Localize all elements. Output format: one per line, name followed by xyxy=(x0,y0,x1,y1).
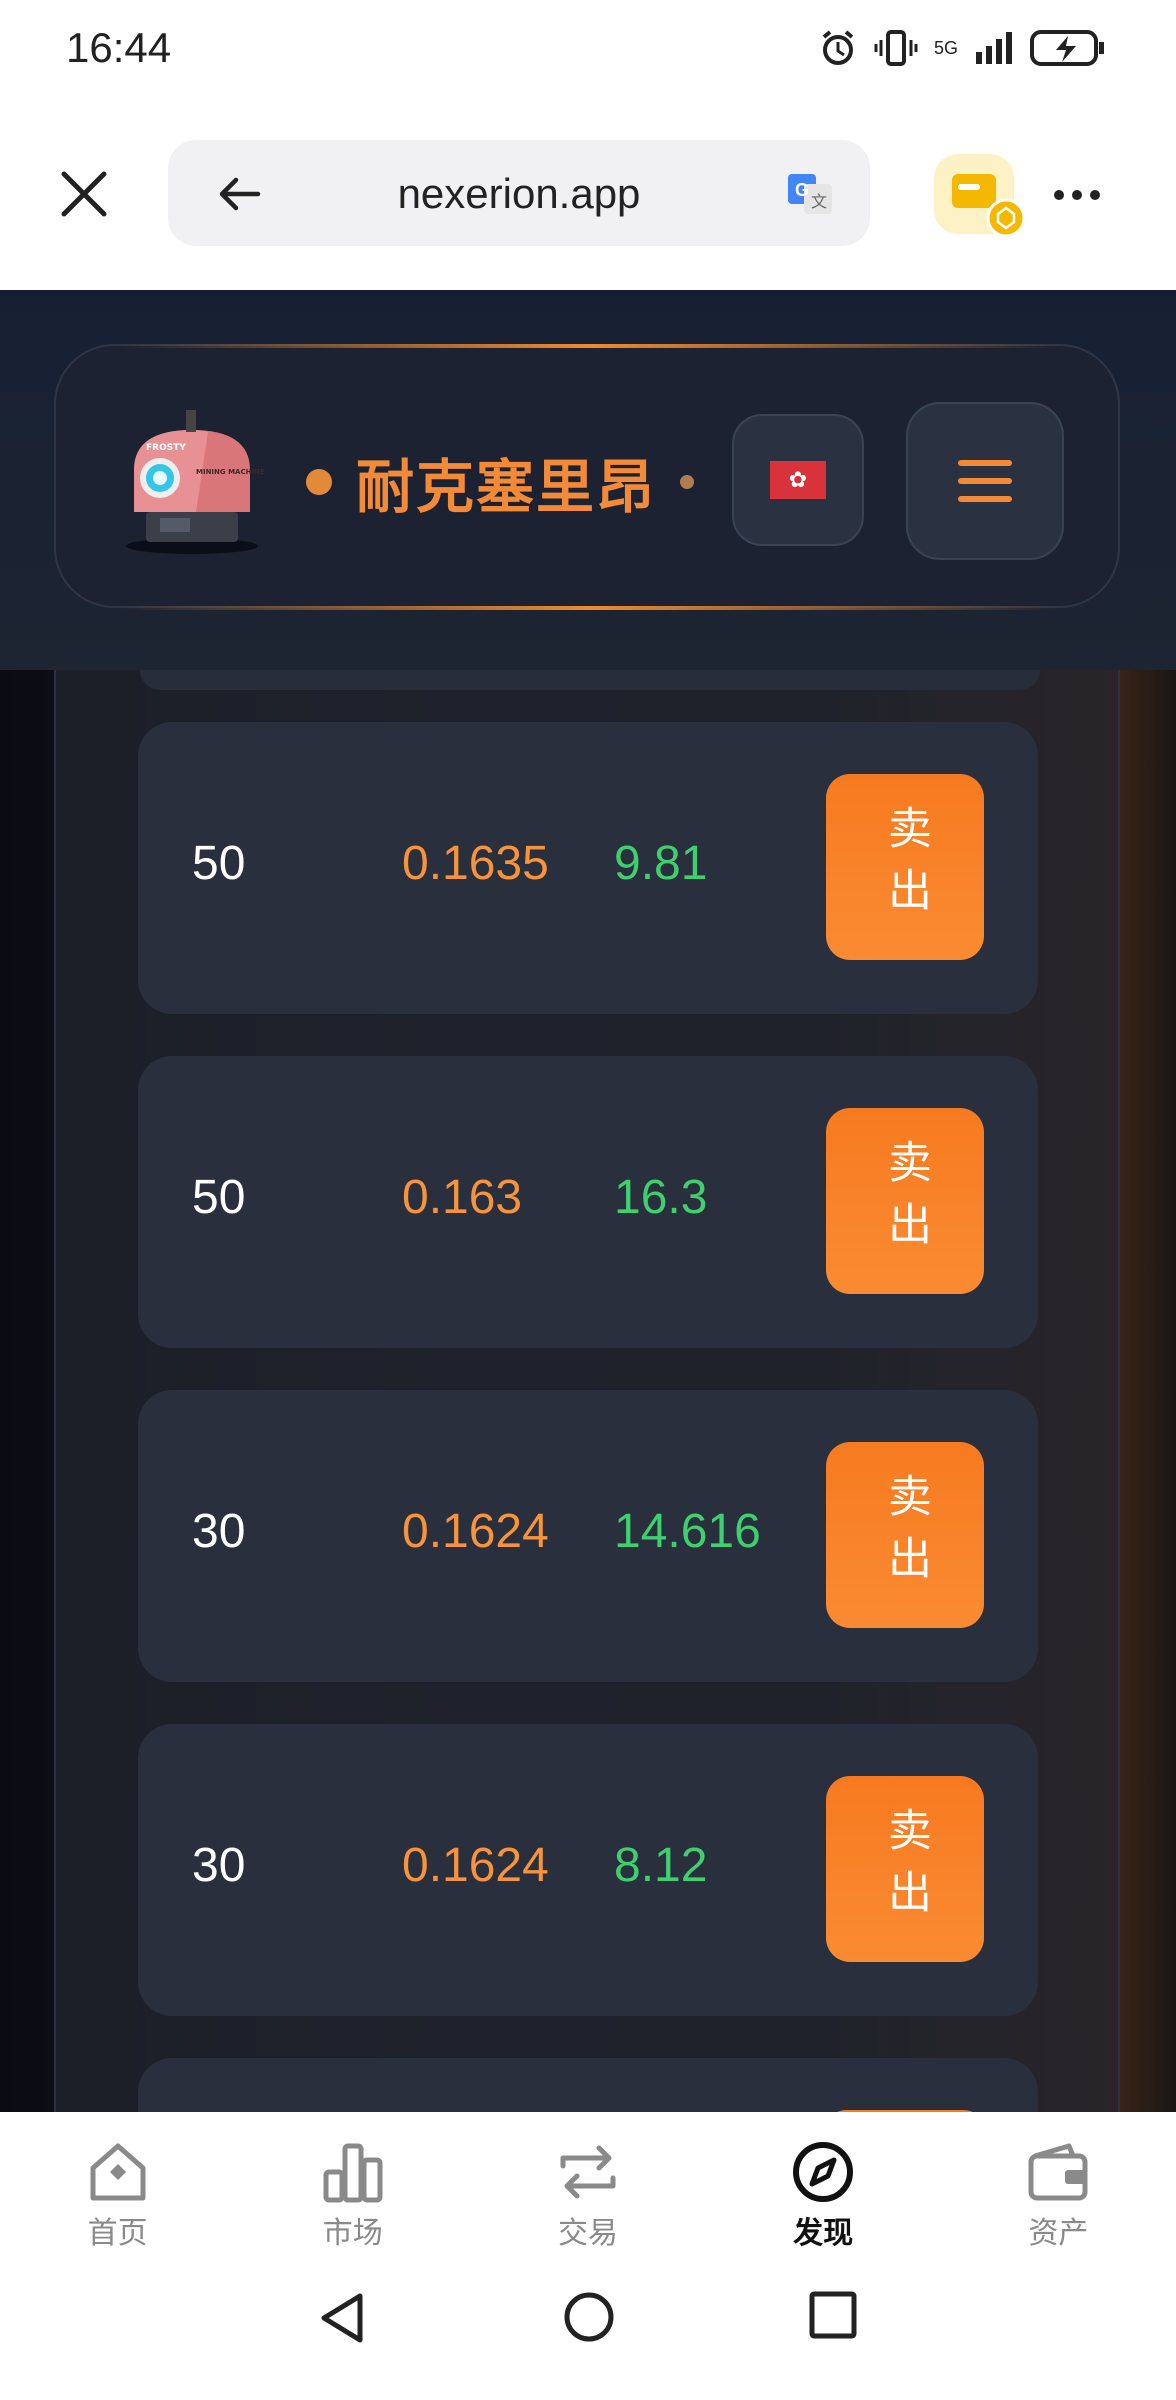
order-row-partial xyxy=(138,2058,1038,2112)
menu-line xyxy=(958,478,1012,484)
order-quantity: 30 xyxy=(192,1839,246,1892)
sell-label: 卖出 xyxy=(881,805,930,929)
compass-icon xyxy=(793,2142,854,2202)
status-time: 16:44 xyxy=(66,24,172,71)
nav-label: 资产 xyxy=(1028,2216,1089,2251)
nav-label: 首页 xyxy=(87,2216,148,2251)
nav-trade[interactable]: 交易 xyxy=(498,2112,678,2260)
sell-button[interactable]: 卖出 xyxy=(826,774,984,960)
alarm-icon xyxy=(822,30,854,65)
nav-label: 发现 xyxy=(793,2216,854,2251)
status-icons: 5G xyxy=(818,28,1106,68)
header-glow-top xyxy=(120,344,1060,348)
nav-label: 市场 xyxy=(322,2216,383,2251)
translate-icon[interactable]: G文 xyxy=(786,170,834,218)
browser-bar: nexerion.app G文 xyxy=(0,100,1176,290)
order-quantity: 50 xyxy=(192,837,246,890)
sell-button[interactable]: 卖出 xyxy=(826,1776,984,1962)
order-total: 9.81 xyxy=(614,837,708,890)
nav-home[interactable]: 首页 xyxy=(28,2112,208,2260)
sell-button[interactable]: 卖出 xyxy=(826,1442,984,1628)
system-home-icon[interactable] xyxy=(562,2290,616,2344)
sell-label: 卖出 xyxy=(881,1139,930,1263)
svg-text:文: 文 xyxy=(811,192,827,211)
web-page: FROSTY MINING MACHINE 耐克塞里昂 ✿ 50 0.1635 … xyxy=(0,290,1176,2112)
order-price: 0.1624 xyxy=(402,1505,549,1558)
wallet-app-icon[interactable] xyxy=(934,154,1026,240)
header-glow-bottom xyxy=(120,606,1060,610)
sell-label: 卖出 xyxy=(881,1807,930,1931)
menu-line xyxy=(958,496,1012,502)
order-total: 14.616 xyxy=(614,1505,761,1558)
nav-assets[interactable]: 资产 xyxy=(968,2112,1148,2260)
previous-row-edge xyxy=(140,670,1040,690)
signal-icon xyxy=(976,32,1012,64)
brand-dot-right xyxy=(680,475,695,489)
more-options-icon[interactable] xyxy=(1054,180,1108,210)
order-total: 8.12 xyxy=(614,1839,708,1892)
hamburger-menu-button[interactable] xyxy=(906,402,1064,560)
nav-discover[interactable]: 发现 xyxy=(733,2112,913,2260)
language-button[interactable]: ✿ xyxy=(732,414,864,546)
system-recents-icon[interactable] xyxy=(808,2290,858,2340)
sell-label: 卖出 xyxy=(881,1473,930,1597)
system-back-icon[interactable] xyxy=(316,2290,368,2346)
order-row: 30 0.1624 8.12 卖出 xyxy=(138,1724,1038,2016)
brand-name: 耐克塞里昂 xyxy=(356,453,657,521)
close-icon[interactable] xyxy=(58,168,110,220)
order-row: 50 0.163 16.3 卖出 xyxy=(138,1056,1038,1348)
home-icon xyxy=(90,2143,146,2201)
network-label: 5G xyxy=(933,37,958,58)
status-bar: 16:44 5G xyxy=(0,0,1176,100)
address-bar[interactable]: nexerion.app G文 xyxy=(168,140,870,246)
hong-kong-flag-icon: ✿ xyxy=(770,461,826,499)
bottom-nav: 首页 市场 交易 发现 资产 xyxy=(0,2112,1176,2260)
mining-machine-logo[interactable]: FROSTY MINING MACHINE xyxy=(112,400,270,558)
order-price: 0.1635 xyxy=(402,837,549,890)
battery-icon xyxy=(1030,30,1104,66)
wallet-icon xyxy=(1028,2143,1088,2201)
brand: 耐克塞里昂 xyxy=(306,440,695,524)
url-text[interactable]: nexerion.app xyxy=(168,170,870,218)
order-price: 0.163 xyxy=(402,1171,523,1224)
bar-chart-icon xyxy=(323,2143,383,2203)
order-row: 30 0.1624 14.616 卖出 xyxy=(138,1390,1038,1682)
order-price: 0.1624 xyxy=(402,1839,549,1892)
svg-text:G: G xyxy=(795,180,809,200)
nav-market[interactable]: 市场 xyxy=(263,2112,443,2260)
vibrate-icon xyxy=(874,30,918,66)
brand-dot-left xyxy=(306,469,332,495)
sell-button[interactable]: 卖出 xyxy=(826,1108,984,1294)
order-quantity: 30 xyxy=(192,1505,246,1558)
swap-icon xyxy=(560,2145,616,2199)
system-navigation-bar xyxy=(0,2260,1176,2400)
order-total: 16.3 xyxy=(614,1171,708,1224)
order-quantity: 50 xyxy=(192,1171,246,1224)
site-header: FROSTY MINING MACHINE 耐克塞里昂 ✿ xyxy=(0,290,1176,670)
logo-text-1: FROSTY xyxy=(146,443,186,453)
nav-label: 交易 xyxy=(557,2216,618,2251)
menu-line xyxy=(958,460,1012,466)
order-row: 50 0.1635 9.81 卖出 xyxy=(138,722,1038,1014)
logo-text-2: MINING MACHINE xyxy=(196,468,265,476)
